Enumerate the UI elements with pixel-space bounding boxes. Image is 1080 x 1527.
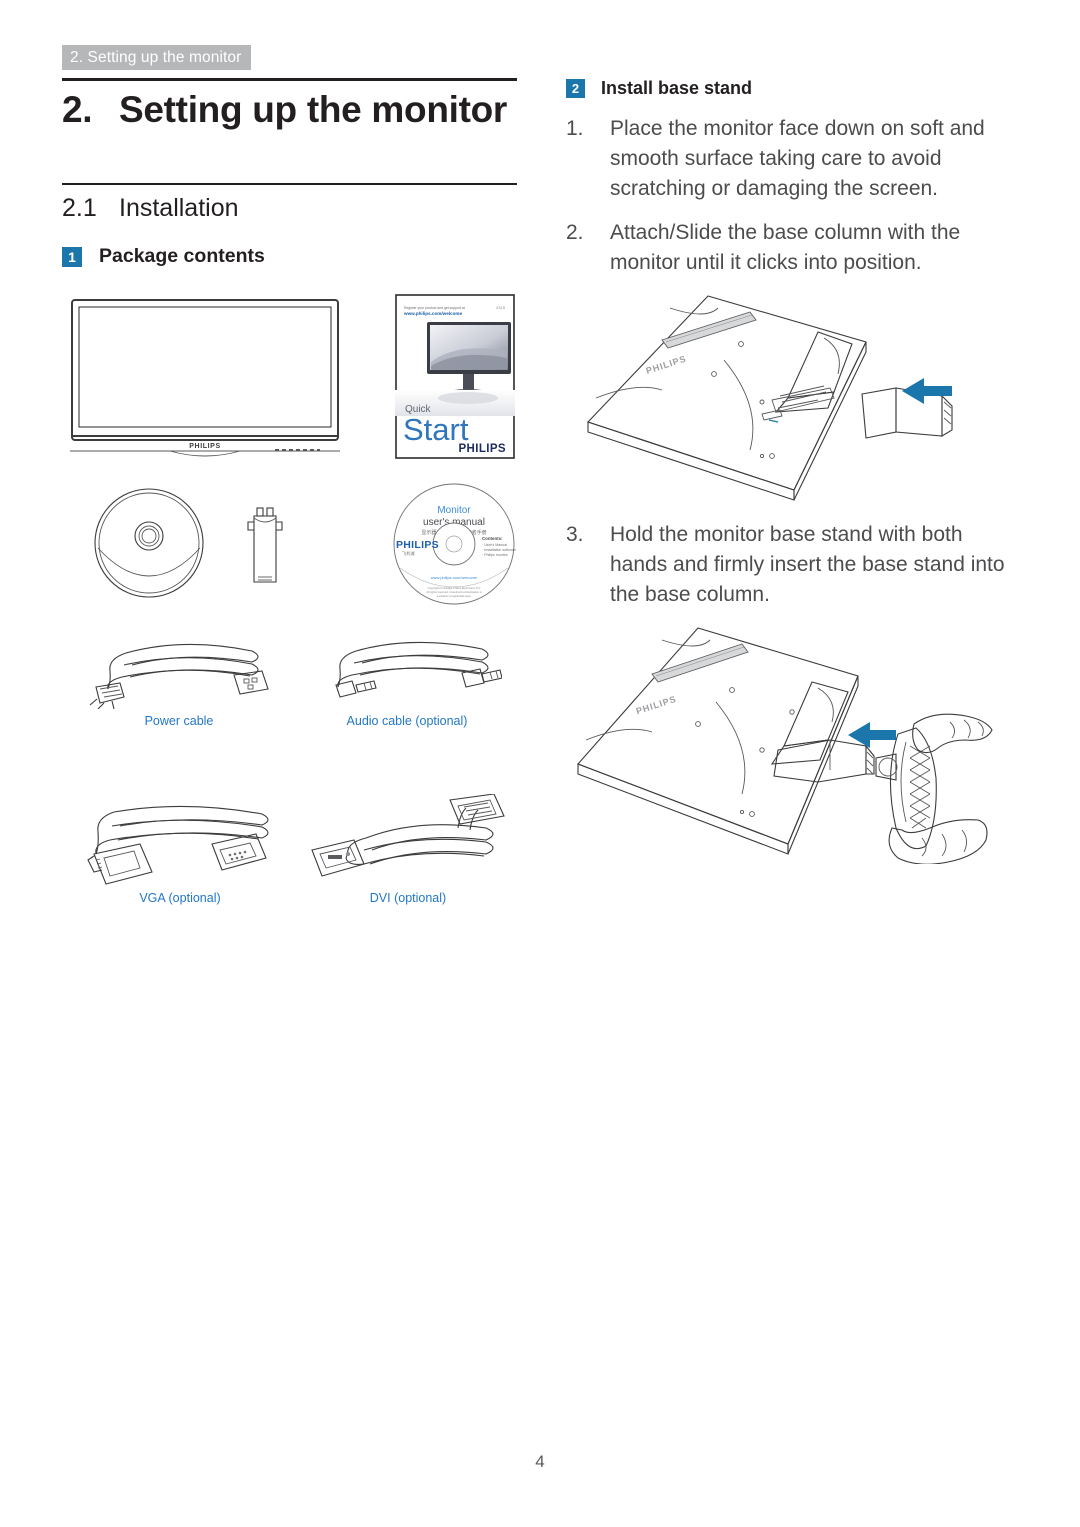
cd-contents-title: Contents:: [482, 536, 503, 541]
back-logo: PHILIPS: [645, 354, 688, 376]
page-title: 2. Setting up the monitor: [62, 81, 517, 131]
caption-vga-cable: VGA (optional): [139, 891, 221, 905]
item-base-column: [240, 504, 290, 599]
quickstart-model-code: 231S: [496, 305, 506, 310]
item-cd-rom: Monitor user's manual 显示器 用户手册 / 使用者手册 P…: [392, 482, 517, 612]
monitor-brand-logo: PHILIPS: [189, 443, 220, 450]
figure-insert-base-stand: PHILIPS: [566, 624, 1018, 869]
item-quick-start-guide: Register your product and get support at…: [395, 294, 515, 464]
step-number: 1.: [566, 117, 584, 140]
step-2: 2. Attach/Slide the base column with the…: [566, 218, 1018, 278]
cd-title-monitor: Monitor: [437, 505, 471, 516]
step-number: 3.: [566, 523, 584, 547]
badge-1: 1: [62, 246, 82, 267]
svg-text:· Installation software: · Installation software: [482, 548, 516, 552]
section-title-text: Installation: [119, 194, 239, 222]
figure-attach-base-column: PHILIPS: [566, 290, 1018, 510]
cd-brand-sub: 飞利浦: [402, 550, 415, 557]
chapter-number: 2.: [62, 88, 93, 130]
caption-audio-cable: Audio cable (optional): [346, 714, 468, 728]
item-monitor: PHILIPS: [70, 298, 340, 463]
subsection-label: Package contents: [99, 245, 265, 267]
step-1: 1. Place the monitor face down on soft a…: [566, 114, 1018, 203]
quickstart-url: www.philips.com/welcome: [403, 311, 462, 316]
item-audio-cable: [312, 631, 503, 714]
subsection-package-contents: 1 Package contents: [62, 245, 517, 268]
step-text: Attach/Slide the base column with the mo…: [610, 221, 961, 275]
page-number: 4: [535, 1452, 545, 1471]
step-text: Hold the monitor base stand with both ha…: [610, 523, 1005, 606]
cd-brand: PHILIPS: [396, 539, 439, 551]
badge-2: 2: [566, 79, 585, 98]
step-3: 3. Hold the monitor base stand with both…: [566, 520, 1018, 609]
quickstart-register-line: Register your product and get support at: [404, 306, 465, 310]
section-number: 2.1: [62, 194, 97, 222]
caption-dvi-cable: DVI (optional): [369, 891, 447, 905]
package-contents-artwork: PHILIPS Register your product and get su…: [62, 286, 517, 956]
left-column: 2. Setting up the monitor 2.1 Installation…: [62, 78, 517, 956]
quickstart-word-start: Start: [403, 412, 469, 447]
svg-text:Copyright Koninklijke Philips: Copyright Koninklijke Philips Electronic…: [427, 586, 481, 590]
chapter-title-text: Setting up the monitor: [119, 88, 508, 130]
subsection-install-base-stand: 2 Install base stand: [566, 78, 1018, 99]
svg-text:PHILIPS: PHILIPS: [635, 693, 678, 715]
svg-text:PHILIPS: PHILIPS: [645, 354, 688, 376]
section-heading: 2.1 Installation: [62, 185, 517, 223]
step-number: 2.: [566, 221, 584, 245]
cd-url: www.philips.com/welcome: [431, 575, 478, 580]
step-text: Place the monitor face down on soft and …: [610, 117, 985, 200]
item-base-disc: [92, 486, 207, 606]
item-dvi-cable: [308, 793, 508, 895]
caption-power-cable: Power cable: [144, 714, 214, 728]
svg-text:a violation of applicable laws: a violation of applicable laws.: [437, 594, 472, 598]
back-logo: PHILIPS: [635, 693, 678, 715]
item-vga-cable: [80, 798, 280, 895]
svg-text:· Philips monitor: · Philips monitor: [482, 553, 509, 557]
quickstart-brand: PHILIPS: [458, 443, 506, 455]
right-column: 2 Install base stand 1. Place the monito…: [566, 78, 1018, 869]
running-header-text: 2. Setting up the monitor: [70, 48, 242, 66]
running-header-tab: 2. Setting up the monitor: [62, 45, 252, 70]
left-arrow-icon: [902, 378, 952, 405]
subsection-label: Install base stand: [601, 78, 753, 98]
item-power-cable: [84, 631, 274, 714]
svg-text:· User's Manual: · User's Manual: [482, 543, 507, 547]
svg-text:All rights reserved. Unauthori: All rights reserved. Unauthorized duplic…: [426, 590, 482, 594]
